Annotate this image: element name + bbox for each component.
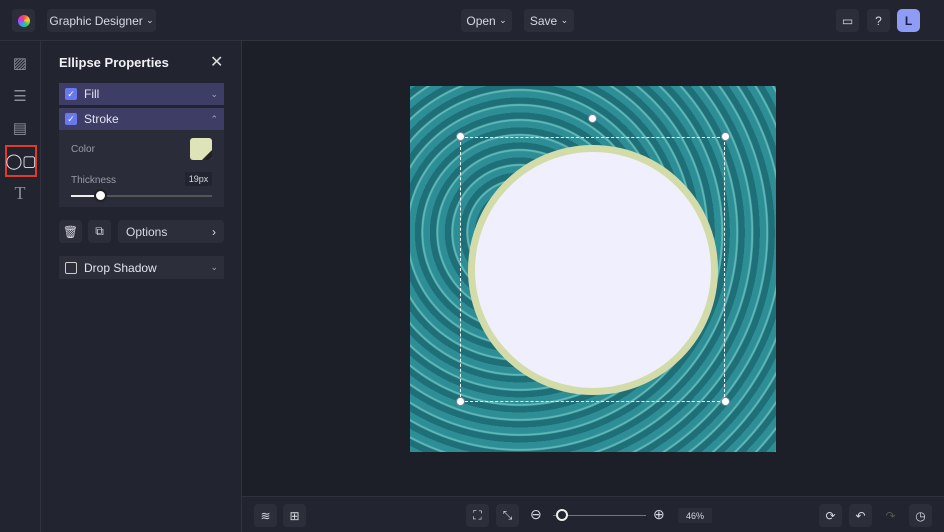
background-icon[interactable]: ▤ bbox=[8, 116, 32, 140]
mode-dropdown[interactable]: Graphic Designer ⌄ bbox=[47, 9, 156, 32]
fit-screen-icon[interactable]: ⛶ bbox=[466, 504, 489, 527]
undo-icon[interactable]: ↶ bbox=[849, 504, 872, 527]
stroke-section: Color Thickness 19px bbox=[59, 130, 224, 207]
stroke-label: Stroke bbox=[84, 112, 119, 126]
zoom-value[interactable]: 46% bbox=[678, 508, 712, 523]
open-button[interactable]: Open ⌄ bbox=[461, 9, 512, 32]
chevron-down-icon: ⌄ bbox=[146, 15, 154, 25]
options-button[interactable]: Options › bbox=[118, 220, 224, 243]
adjustments-icon[interactable]: ☰ bbox=[8, 84, 32, 108]
grid-icon[interactable]: ⊞ bbox=[283, 504, 306, 527]
shapes-icon[interactable]: ◯▢ bbox=[5, 145, 37, 177]
resize-handle[interactable] bbox=[456, 132, 465, 141]
chevron-down-icon: ⌄ bbox=[210, 262, 218, 272]
resize-handle[interactable] bbox=[456, 397, 465, 406]
save-button[interactable]: Save ⌄ bbox=[524, 9, 574, 32]
comments-icon[interactable]: ▭ bbox=[836, 9, 859, 32]
drop-shadow-row[interactable]: Drop Shadow ⌄ bbox=[59, 256, 224, 279]
tool-rail: ▨ ☰ ▤ ◯▢ T bbox=[0, 41, 41, 532]
selection-box[interactable] bbox=[460, 137, 725, 402]
resize-handle[interactable] bbox=[721, 397, 730, 406]
fill-row[interactable]: ✓ Fill ⌄ bbox=[59, 83, 224, 105]
color-label: Color bbox=[71, 144, 95, 155]
zoom-out-icon[interactable]: ⊖ bbox=[530, 506, 542, 523]
chevron-down-icon: ⌄ bbox=[499, 15, 507, 25]
close-icon[interactable]: ✕ bbox=[210, 52, 223, 72]
logo-icon[interactable] bbox=[12, 9, 35, 32]
fill-label: Fill bbox=[84, 87, 100, 101]
chevron-down-icon: ⌄ bbox=[210, 88, 218, 99]
options-label: Options bbox=[126, 224, 168, 239]
slider-thumb[interactable] bbox=[94, 189, 107, 202]
avatar[interactable]: L bbox=[897, 9, 920, 32]
zoom-in-icon[interactable]: ⊕ bbox=[653, 506, 665, 523]
layers-icon[interactable]: ≋ bbox=[254, 504, 277, 527]
thickness-slider[interactable] bbox=[71, 189, 212, 202]
help-icon[interactable]: ? bbox=[867, 9, 890, 32]
stroke-checkbox[interactable]: ✓ bbox=[65, 113, 77, 125]
drop-shadow-checkbox[interactable] bbox=[65, 261, 77, 274]
canvas-area bbox=[242, 41, 944, 496]
redo-icon[interactable]: ↷ bbox=[879, 504, 902, 527]
chevron-up-icon: ⌃ bbox=[210, 113, 218, 124]
refresh-icon[interactable]: ⟳ bbox=[819, 504, 842, 527]
open-label: Open bbox=[466, 13, 496, 28]
chevron-down-icon: ⌄ bbox=[560, 15, 569, 25]
text-icon[interactable]: T bbox=[8, 181, 32, 205]
panel-title: Ellipse Properties bbox=[59, 55, 169, 70]
resize-handle[interactable] bbox=[721, 132, 730, 141]
stroke-color-swatch[interactable] bbox=[190, 138, 212, 160]
stroke-row[interactable]: ✓ Stroke ⌃ bbox=[59, 108, 224, 130]
shrink-icon[interactable]: ⤡ bbox=[496, 504, 519, 527]
delete-icon[interactable]: 🗑 bbox=[59, 220, 82, 243]
thickness-label: Thickness bbox=[71, 175, 117, 186]
duplicate-icon[interactable]: ⧉ bbox=[88, 220, 111, 243]
bottom-toolbar: ≋ ⊞ ⛶ ⤡ ⊖ ⊕ 46% ⟳ ↶ ↷ ◷ bbox=[242, 496, 944, 532]
zoom-thumb[interactable] bbox=[556, 509, 568, 521]
zoom-slider[interactable] bbox=[553, 509, 646, 521]
chevron-right-icon: › bbox=[212, 224, 216, 239]
properties-panel: Ellipse Properties ✕ ✓ Fill ⌄ ✓ Stroke ⌃ Col… bbox=[41, 41, 242, 532]
rotate-handle[interactable] bbox=[588, 114, 597, 123]
drop-shadow-label: Drop Shadow bbox=[84, 260, 157, 275]
history-icon[interactable]: ◷ bbox=[909, 504, 932, 527]
save-label: Save bbox=[529, 13, 558, 28]
top-bar: Graphic Designer ⌄ Open ⌄ Save ⌄ ▭ ? L bbox=[0, 0, 944, 41]
fill-checkbox[interactable]: ✓ bbox=[65, 88, 77, 100]
mode-label: Graphic Designer bbox=[49, 13, 143, 28]
thickness-value[interactable]: 19px bbox=[185, 172, 212, 186]
image-icon[interactable]: ▨ bbox=[8, 51, 32, 75]
